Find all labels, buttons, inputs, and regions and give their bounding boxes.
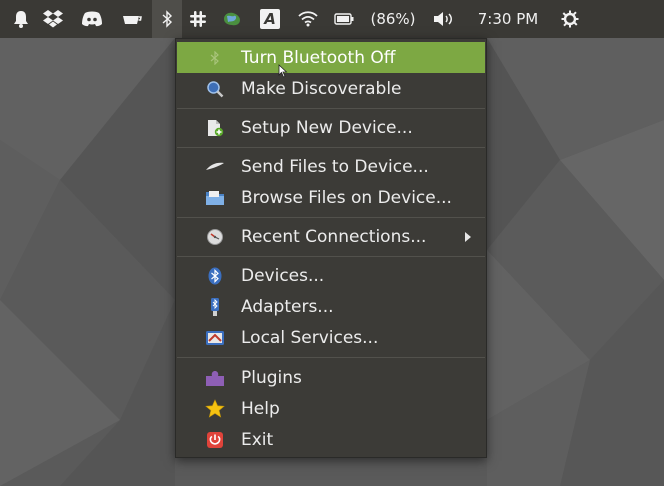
clock[interactable]: 7:30 PM: [464, 0, 552, 38]
slack-icon[interactable]: [182, 0, 214, 38]
menu-item-label: Local Services...: [241, 327, 379, 348]
settings-gear-icon[interactable]: [552, 0, 588, 38]
mouse-cursor-icon: [278, 63, 288, 82]
recent-icon: [205, 227, 225, 247]
menu-separator: [177, 256, 485, 257]
menu-item-send-files[interactable]: Send Files to Device...: [177, 152, 485, 181]
dropbox-icon[interactable]: [34, 0, 72, 38]
menu-item-devices[interactable]: Devices...: [177, 261, 485, 290]
keyboard-layout-icon[interactable]: A: [250, 0, 290, 38]
app-icon[interactable]: [214, 0, 250, 38]
folder-icon: [205, 188, 225, 208]
magnifier-icon: [205, 79, 225, 99]
menu-item-setup-new-device[interactable]: Setup New Device...: [177, 113, 485, 142]
star-icon: [205, 399, 225, 419]
cup-icon[interactable]: [112, 0, 152, 38]
menu-item-label: Turn Bluetooth Off: [241, 47, 396, 68]
clock-text: 7:30 PM: [477, 10, 539, 28]
menu-item-label: Send Files to Device...: [241, 156, 429, 177]
battery-percent-text: (86%): [370, 10, 416, 28]
bluetooth-menu: Turn Bluetooth Off Make Discoverable Set…: [175, 38, 487, 458]
menu-item-label: Make Discoverable: [241, 78, 402, 99]
menu-item-label: Exit: [241, 429, 274, 450]
menu-item-label: Recent Connections...: [241, 226, 427, 247]
battery-percent[interactable]: (86%): [362, 0, 424, 38]
menu-item-turn-bluetooth-off[interactable]: Turn Bluetooth Off: [177, 42, 485, 73]
menu-item-recent-connections[interactable]: Recent Connections...: [177, 222, 485, 251]
menu-separator: [177, 147, 485, 148]
menu-item-label: Plugins: [241, 367, 302, 388]
menu-item-browse-files[interactable]: Browse Files on Device...: [177, 183, 485, 212]
power-icon: [205, 430, 225, 450]
bluetooth-badge-icon: [205, 266, 225, 286]
menu-item-label: Devices...: [241, 265, 325, 286]
wifi-icon[interactable]: [290, 0, 326, 38]
keyboard-indicator-text: A: [264, 10, 276, 28]
menu-separator: [177, 217, 485, 218]
puzzle-icon: [205, 368, 225, 388]
top-panel: A (86%) 7:30 PM: [0, 0, 664, 38]
menu-item-label: Adapters...: [241, 296, 334, 317]
battery-icon[interactable]: [326, 0, 362, 38]
menu-item-make-discoverable[interactable]: Make Discoverable: [177, 74, 485, 103]
bluetooth-small-icon: [205, 48, 225, 68]
menu-item-local-services[interactable]: Local Services...: [177, 323, 485, 352]
menu-item-exit[interactable]: Exit: [177, 425, 485, 454]
menu-item-plugins[interactable]: Plugins: [177, 363, 485, 392]
new-device-icon: [205, 118, 225, 138]
adapter-icon: [205, 297, 225, 317]
volume-icon[interactable]: [424, 0, 464, 38]
bluetooth-icon[interactable]: [152, 0, 182, 38]
menu-item-label: Browse Files on Device...: [241, 187, 452, 208]
menu-separator: [177, 357, 485, 358]
bell-icon[interactable]: [8, 0, 34, 38]
menu-separator: [177, 108, 485, 109]
discord-icon[interactable]: [72, 0, 112, 38]
send-icon: [205, 157, 225, 177]
services-icon: [205, 328, 225, 348]
menu-item-adapters[interactable]: Adapters...: [177, 292, 485, 321]
menu-item-label: Help: [241, 398, 280, 419]
submenu-arrow-icon: [465, 231, 471, 242]
menu-item-label: Setup New Device...: [241, 117, 413, 138]
menu-item-help[interactable]: Help: [177, 394, 485, 423]
